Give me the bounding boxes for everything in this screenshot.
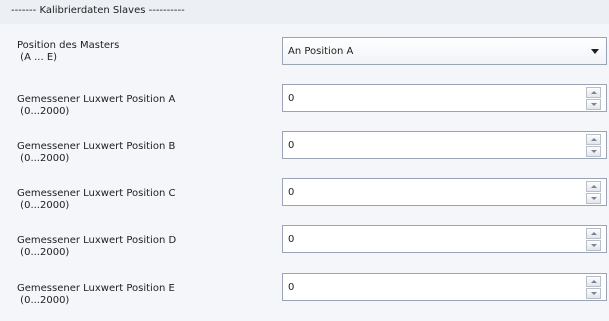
- lux-label-c: Gemessener Luxwert Position C (0...2000): [17, 188, 176, 211]
- spin-control-e: [584, 275, 605, 301]
- lux-value-d: 0: [288, 234, 295, 245]
- lux-label-a: Gemessener Luxwert Position A (0...2000): [17, 94, 176, 117]
- lux-input-b[interactable]: 0: [282, 131, 607, 159]
- spin-up-icon[interactable]: [586, 276, 601, 287]
- spin-control-a: [584, 86, 605, 112]
- spin-up-icon[interactable]: [586, 181, 601, 192]
- spin-down-icon[interactable]: [586, 146, 601, 157]
- spin-control-b: [584, 133, 605, 159]
- master-position-value: An Position A: [288, 46, 354, 57]
- lux-input-c[interactable]: 0: [282, 178, 607, 206]
- chevron-down-icon[interactable]: [591, 49, 599, 54]
- lux-label-d: Gemessener Luxwert Position D (0...2000): [17, 235, 177, 258]
- spin-control-d: [584, 227, 605, 253]
- spin-down-icon[interactable]: [586, 288, 601, 299]
- lux-row-e: Gemessener Luxwert Position E (0...2000)…: [0, 273, 609, 313]
- lux-row-c: Gemessener Luxwert Position C (0...2000)…: [0, 178, 609, 218]
- master-position-label: Position des Masters (A ... E): [17, 40, 120, 63]
- lux-label-e: Gemessener Luxwert Position E (0...2000): [17, 283, 175, 306]
- lux-input-d[interactable]: 0: [282, 225, 607, 253]
- spin-down-icon[interactable]: [586, 99, 601, 110]
- spin-down-icon[interactable]: [586, 240, 601, 251]
- section-header: ------- Kalibrierdaten Slaves ----------: [0, 0, 609, 24]
- lux-row-a: Gemessener Luxwert Position A (0...2000)…: [0, 84, 609, 124]
- spin-up-icon[interactable]: [586, 87, 601, 98]
- spin-down-icon[interactable]: [586, 193, 601, 204]
- lux-value-e: 0: [288, 282, 295, 293]
- lux-input-a[interactable]: 0: [282, 84, 607, 112]
- lux-value-b: 0: [288, 140, 295, 151]
- lux-input-e[interactable]: 0: [282, 273, 607, 301]
- master-position-row: Position des Masters (A ... E) An Positi…: [0, 37, 609, 77]
- master-position-select[interactable]: An Position A: [282, 37, 607, 65]
- lux-value-a: 0: [288, 93, 295, 104]
- lux-row-b: Gemessener Luxwert Position B (0...2000)…: [0, 131, 609, 171]
- spin-up-icon[interactable]: [586, 228, 601, 239]
- spin-up-icon[interactable]: [586, 134, 601, 145]
- lux-label-b: Gemessener Luxwert Position B (0...2000): [17, 141, 176, 164]
- lux-value-c: 0: [288, 187, 295, 198]
- spin-control-c: [584, 180, 605, 206]
- lux-row-d: Gemessener Luxwert Position D (0...2000)…: [0, 225, 609, 265]
- section-title: ------- Kalibrierdaten Slaves ----------: [11, 5, 185, 16]
